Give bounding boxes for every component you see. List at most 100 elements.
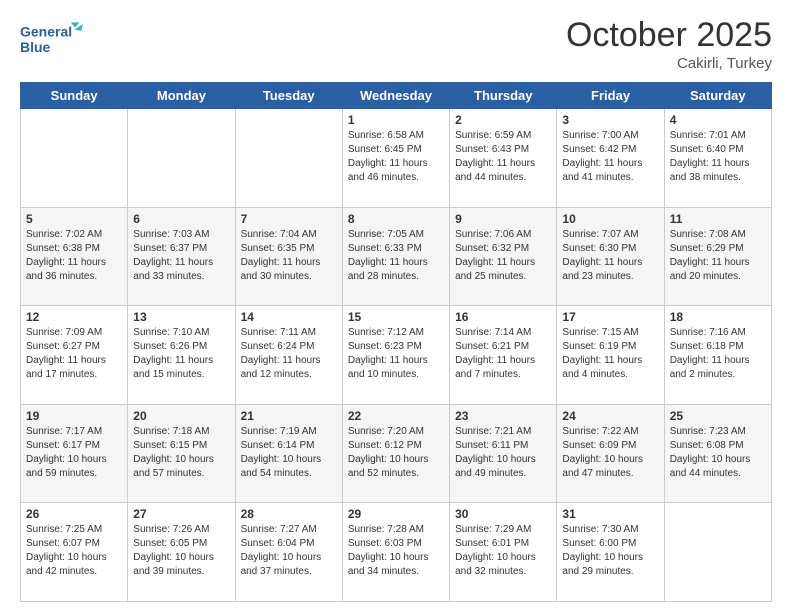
day-number: 6 bbox=[133, 212, 229, 226]
day-info: Sunrise: 7:25 AM Sunset: 6:07 PM Dayligh… bbox=[26, 523, 122, 579]
day-number: 13 bbox=[133, 310, 229, 324]
table-row: 31Sunrise: 7:30 AM Sunset: 6:00 PM Dayli… bbox=[557, 503, 664, 602]
day-number: 27 bbox=[133, 507, 229, 521]
table-row bbox=[664, 503, 771, 602]
svg-text:Blue: Blue bbox=[20, 39, 51, 55]
day-info: Sunrise: 7:20 AM Sunset: 6:12 PM Dayligh… bbox=[348, 425, 444, 481]
day-number: 19 bbox=[26, 409, 122, 423]
day-info: Sunrise: 7:28 AM Sunset: 6:03 PM Dayligh… bbox=[348, 523, 444, 579]
table-row bbox=[21, 109, 128, 208]
day-info: Sunrise: 7:08 AM Sunset: 6:29 PM Dayligh… bbox=[670, 228, 766, 284]
day-number: 7 bbox=[241, 212, 337, 226]
day-info: Sunrise: 7:15 AM Sunset: 6:19 PM Dayligh… bbox=[562, 326, 658, 382]
table-row: 16 Sunrise: 7:14 AM Sunset: 6:21 PM Dayli… bbox=[450, 306, 557, 405]
day-info: Sunrise: 7:07 AM Sunset: 6:30 PM Dayligh… bbox=[562, 228, 658, 284]
day-number: 5 bbox=[26, 212, 122, 226]
col-friday: Friday bbox=[557, 83, 664, 109]
table-row: 9 Sunrise: 7:06 AM Sunset: 6:32 PM Daylig… bbox=[450, 207, 557, 306]
day-number: 23 bbox=[455, 409, 551, 423]
day-number: 4 bbox=[670, 113, 766, 127]
day-number: 8 bbox=[348, 212, 444, 226]
day-info: Sunrise: 7:10 AM Sunset: 6:26 PM Dayligh… bbox=[133, 326, 229, 382]
day-number: 11 bbox=[670, 212, 766, 226]
table-row: 25 Sunrise: 7:23 AM Sunset: 6:08 PM Dayli… bbox=[664, 404, 771, 503]
day-info: Sunrise: 7:27 AM Sunset: 6:04 PM Dayligh… bbox=[241, 523, 337, 579]
table-row: 7 Sunrise: 7:04 AM Sunset: 6:35 PM Daylig… bbox=[235, 207, 342, 306]
day-number: 24 bbox=[562, 409, 658, 423]
day-number: 29 bbox=[348, 507, 444, 521]
day-info: Sunrise: 7:17 AM Sunset: 6:17 PM Dayligh… bbox=[26, 425, 122, 481]
calendar-week-row: 12 Sunrise: 7:09 AM Sunset: 6:27 PM Dayli… bbox=[21, 306, 772, 405]
day-info: Sunrise: 7:02 AM Sunset: 6:38 PM Dayligh… bbox=[26, 228, 122, 284]
day-info: Sunrise: 7:11 AM Sunset: 6:24 PM Dayligh… bbox=[241, 326, 337, 382]
col-tuesday: Tuesday bbox=[235, 83, 342, 109]
table-row: 17Sunrise: 7:15 AM Sunset: 6:19 PM Dayli… bbox=[557, 306, 664, 405]
day-info: Sunrise: 7:03 AM Sunset: 6:37 PM Dayligh… bbox=[133, 228, 229, 284]
day-number: 14 bbox=[241, 310, 337, 324]
table-row: 15 Sunrise: 7:12 AM Sunset: 6:23 PM Dayli… bbox=[342, 306, 449, 405]
day-info: Sunrise: 6:58 AM Sunset: 6:45 PM Dayligh… bbox=[348, 129, 444, 185]
table-row: 4 Sunrise: 7:01 AM Sunset: 6:40 PM Daylig… bbox=[664, 109, 771, 208]
logo: General Blue bbox=[20, 16, 90, 61]
day-number: 1 bbox=[348, 113, 444, 127]
day-number: 15 bbox=[348, 310, 444, 324]
day-info: Sunrise: 7:26 AM Sunset: 6:05 PM Dayligh… bbox=[133, 523, 229, 579]
calendar-week-row: 26 Sunrise: 7:25 AM Sunset: 6:07 PM Dayli… bbox=[21, 503, 772, 602]
calendar-week-row: 5 Sunrise: 7:02 AM Sunset: 6:38 PM Daylig… bbox=[21, 207, 772, 306]
table-row: 26 Sunrise: 7:25 AM Sunset: 6:07 PM Dayli… bbox=[21, 503, 128, 602]
calendar-week-row: 19 Sunrise: 7:17 AM Sunset: 6:17 PM Dayli… bbox=[21, 404, 772, 503]
month-title: October 2025 bbox=[566, 16, 772, 55]
day-number: 30 bbox=[455, 507, 551, 521]
day-number: 12 bbox=[26, 310, 122, 324]
table-row: 30Sunrise: 7:29 AM Sunset: 6:01 PM Dayli… bbox=[450, 503, 557, 602]
col-thursday: Thursday bbox=[450, 83, 557, 109]
col-sunday: Sunday bbox=[21, 83, 128, 109]
day-number: 2 bbox=[455, 113, 551, 127]
generalblue-logo: General Blue bbox=[20, 16, 90, 61]
table-row bbox=[128, 109, 235, 208]
table-row: 18 Sunrise: 7:16 AM Sunset: 6:18 PM Dayli… bbox=[664, 306, 771, 405]
table-row: 22 Sunrise: 7:20 AM Sunset: 6:12 PM Dayli… bbox=[342, 404, 449, 503]
day-number: 31 bbox=[562, 507, 658, 521]
day-number: 10 bbox=[562, 212, 658, 226]
title-block: October 2025 Cakirli, Turkey bbox=[566, 16, 772, 72]
day-number: 25 bbox=[670, 409, 766, 423]
day-info: Sunrise: 7:16 AM Sunset: 6:18 PM Dayligh… bbox=[670, 326, 766, 382]
day-number: 18 bbox=[670, 310, 766, 324]
table-row: 13 Sunrise: 7:10 AM Sunset: 6:26 PM Dayli… bbox=[128, 306, 235, 405]
table-row: 2 Sunrise: 6:59 AM Sunset: 6:43 PM Daylig… bbox=[450, 109, 557, 208]
table-row: 28Sunrise: 7:27 AM Sunset: 6:04 PM Dayli… bbox=[235, 503, 342, 602]
day-info: Sunrise: 7:14 AM Sunset: 6:21 PM Dayligh… bbox=[455, 326, 551, 382]
calendar-week-row: 1 Sunrise: 6:58 AM Sunset: 6:45 PM Daylig… bbox=[21, 109, 772, 208]
day-info: Sunrise: 7:22 AM Sunset: 6:09 PM Dayligh… bbox=[562, 425, 658, 481]
day-number: 3 bbox=[562, 113, 658, 127]
table-row: 1 Sunrise: 6:58 AM Sunset: 6:45 PM Daylig… bbox=[342, 109, 449, 208]
day-info: Sunrise: 7:04 AM Sunset: 6:35 PM Dayligh… bbox=[241, 228, 337, 284]
table-row: 21Sunrise: 7:19 AM Sunset: 6:14 PM Dayli… bbox=[235, 404, 342, 503]
day-number: 16 bbox=[455, 310, 551, 324]
table-row: 3Sunrise: 7:00 AM Sunset: 6:42 PM Daylig… bbox=[557, 109, 664, 208]
table-row: 11 Sunrise: 7:08 AM Sunset: 6:29 PM Dayli… bbox=[664, 207, 771, 306]
day-number: 26 bbox=[26, 507, 122, 521]
day-info: Sunrise: 7:12 AM Sunset: 6:23 PM Dayligh… bbox=[348, 326, 444, 382]
day-info: Sunrise: 7:23 AM Sunset: 6:08 PM Dayligh… bbox=[670, 425, 766, 481]
calendar-table: Sunday Monday Tuesday Wednesday Thursday… bbox=[20, 82, 772, 602]
day-number: 9 bbox=[455, 212, 551, 226]
day-info: Sunrise: 7:09 AM Sunset: 6:27 PM Dayligh… bbox=[26, 326, 122, 382]
day-info: Sunrise: 7:06 AM Sunset: 6:32 PM Dayligh… bbox=[455, 228, 551, 284]
location: Cakirli, Turkey bbox=[566, 55, 772, 72]
table-row: 8 Sunrise: 7:05 AM Sunset: 6:33 PM Daylig… bbox=[342, 207, 449, 306]
day-info: Sunrise: 7:01 AM Sunset: 6:40 PM Dayligh… bbox=[670, 129, 766, 185]
col-saturday: Saturday bbox=[664, 83, 771, 109]
table-row bbox=[235, 109, 342, 208]
day-info: Sunrise: 7:21 AM Sunset: 6:11 PM Dayligh… bbox=[455, 425, 551, 481]
day-info: Sunrise: 7:05 AM Sunset: 6:33 PM Dayligh… bbox=[348, 228, 444, 284]
day-info: Sunrise: 6:59 AM Sunset: 6:43 PM Dayligh… bbox=[455, 129, 551, 185]
day-number: 22 bbox=[348, 409, 444, 423]
table-row: 19 Sunrise: 7:17 AM Sunset: 6:17 PM Dayli… bbox=[21, 404, 128, 503]
table-row: 29 Sunrise: 7:28 AM Sunset: 6:03 PM Dayli… bbox=[342, 503, 449, 602]
col-monday: Monday bbox=[128, 83, 235, 109]
table-row: 14 Sunrise: 7:11 AM Sunset: 6:24 PM Dayli… bbox=[235, 306, 342, 405]
table-row: 27 Sunrise: 7:26 AM Sunset: 6:05 PM Dayli… bbox=[128, 503, 235, 602]
table-row: 23 Sunrise: 7:21 AM Sunset: 6:11 PM Dayli… bbox=[450, 404, 557, 503]
